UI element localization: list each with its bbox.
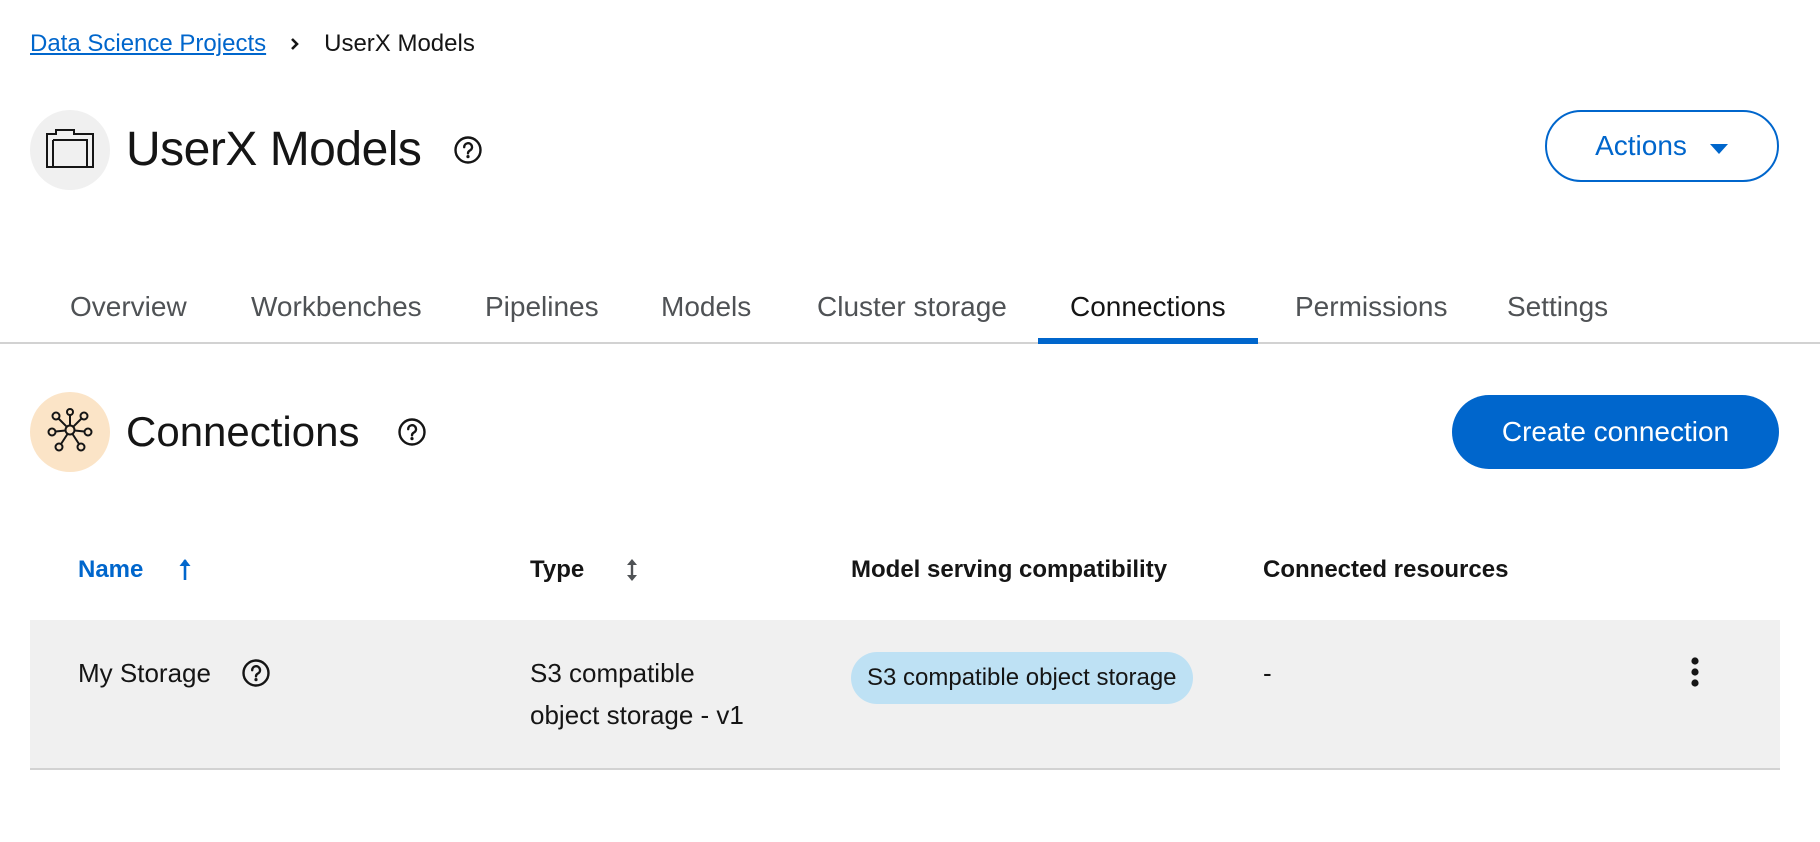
column-header-type-label: Type xyxy=(530,556,585,583)
create-connection-button[interactable]: Create connection xyxy=(1452,395,1779,469)
tab-models[interactable]: Models xyxy=(629,272,783,342)
tab-overview[interactable]: Overview xyxy=(38,272,219,342)
compatibility-badge: S3 compatible object storage xyxy=(851,652,1193,704)
help-circle-icon[interactable] xyxy=(453,135,483,165)
row-actions-kebab[interactable] xyxy=(1680,656,1710,692)
column-header-name[interactable]: Name xyxy=(78,550,193,590)
column-header-connected-resources: Connected resources xyxy=(1263,556,1509,583)
sort-ascending-icon[interactable] xyxy=(177,556,193,584)
column-header-model-serving-compatibility: Model serving compatibility xyxy=(851,556,1168,583)
connection-type-line-2: object storage - v1 xyxy=(530,700,744,730)
connection-type-cell: S3 compatible object storage - v1 xyxy=(530,652,744,736)
breadcrumb: Data Science Projects UserX Models xyxy=(30,26,475,62)
project-title-text: UserX Models xyxy=(126,123,422,176)
folder-icon xyxy=(44,126,96,175)
sort-icon[interactable] xyxy=(624,556,640,584)
page-title: UserX Models xyxy=(126,118,483,182)
tab-cluster-storage[interactable]: Cluster storage xyxy=(785,272,1039,342)
actions-dropdown-button[interactable]: Actions xyxy=(1545,110,1779,182)
section-title: Connections xyxy=(126,400,427,464)
help-circle-icon[interactable] xyxy=(241,658,271,688)
network-icon xyxy=(46,406,94,459)
chevron-right-icon xyxy=(288,37,302,51)
project-avatar xyxy=(30,110,110,190)
tab-workbenches[interactable]: Workbenches xyxy=(219,272,454,342)
actions-label: Actions xyxy=(1595,130,1687,161)
caret-down-icon xyxy=(1709,130,1729,162)
connected-resources-cell: - xyxy=(1263,658,1272,688)
tab-pipelines[interactable]: Pipelines xyxy=(453,272,631,342)
tab-permissions[interactable]: Permissions xyxy=(1263,272,1479,342)
breadcrumb-current: UserX Models xyxy=(324,30,475,57)
column-header-name-label: Name xyxy=(78,556,144,583)
project-tabs: Overview Workbenches Pipelines Models Cl… xyxy=(0,272,1820,344)
tab-connections[interactable]: Connections xyxy=(1038,272,1258,344)
kebab-icon xyxy=(1690,656,1700,692)
connections-avatar xyxy=(30,392,110,472)
section-title-text: Connections xyxy=(126,408,360,455)
connection-type-line-1: S3 compatible xyxy=(530,658,695,688)
connection-name: My Storage xyxy=(78,658,211,688)
tab-settings[interactable]: Settings xyxy=(1475,272,1640,342)
column-header-type[interactable]: Type xyxy=(530,550,640,590)
breadcrumb-link-data-science-projects[interactable]: Data Science Projects xyxy=(30,30,266,58)
connection-name-cell: My Storage xyxy=(78,652,271,694)
help-circle-icon[interactable] xyxy=(397,417,427,447)
